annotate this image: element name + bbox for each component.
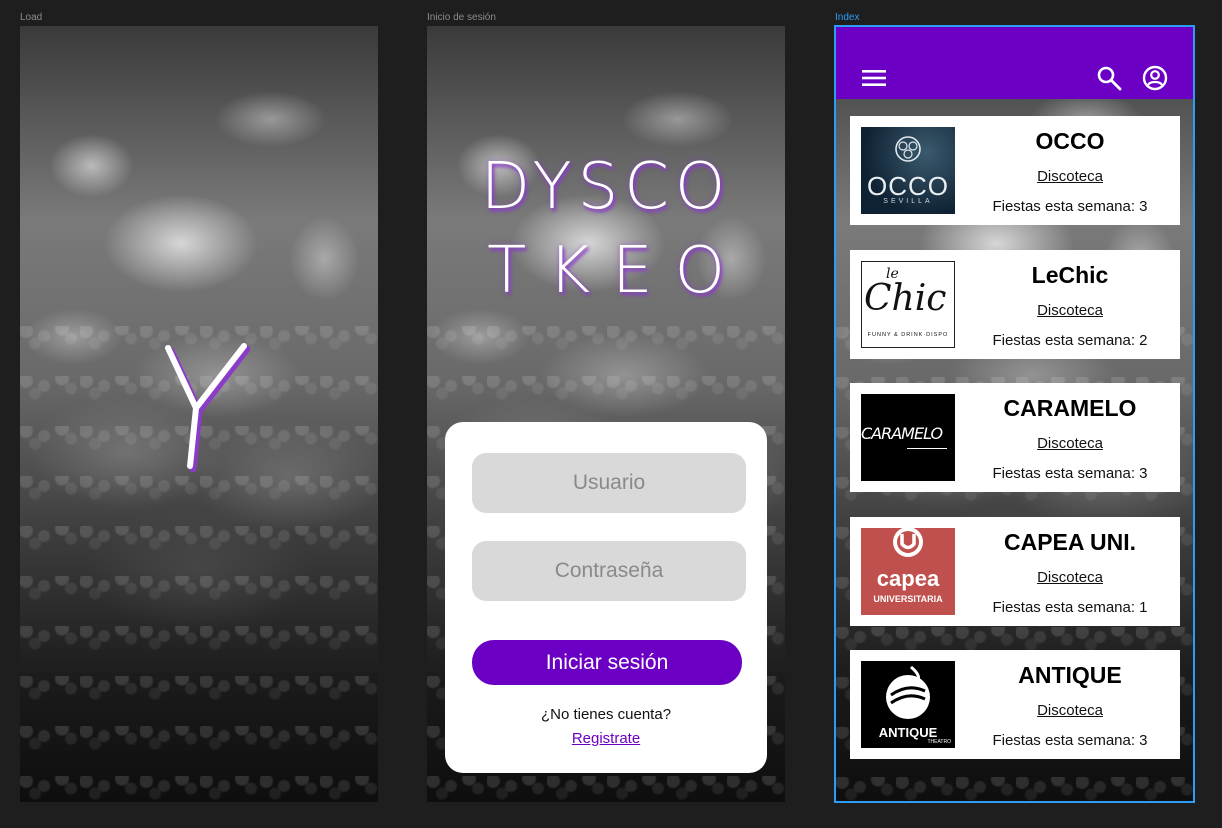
venue-name: OCCO [1035, 128, 1105, 154]
lechic-logo-subtext: FUNNY & DRINK·DISPO [867, 332, 949, 338]
login-screen: DYSCO TKEO Iniciar sesión ¿No tienes cue… [427, 26, 785, 802]
venue-type-link[interactable]: Discoteca [968, 702, 1172, 719]
venue-card-caramelo[interactable]: CARAMELO CARAMELO Discoteca Fiestas esta… [850, 383, 1180, 492]
venue-card-occo[interactable]: OCCO SEVILLA OCCO Discoteca Fiestas esta… [850, 116, 1180, 225]
antique-logo-subtext: THEATRO [927, 739, 951, 745]
venue-card-capea[interactable]: capea UNIVERSITARIA CAPEA UNI. Discoteca… [850, 517, 1180, 626]
load-screen [20, 26, 378, 802]
caramelo-logo-text: CARAMELO [861, 424, 943, 443]
password-input[interactable] [472, 541, 746, 601]
venue-type-link[interactable]: Discoteca [968, 435, 1172, 452]
y-logo-icon [165, 343, 250, 472]
venue-name: CAPEA UNI. [1003, 529, 1137, 555]
lechic-logo-text: Chic [864, 278, 947, 319]
frame-label-load: Load [20, 12, 43, 23]
frame-label-login: Inicio de sesión [427, 12, 496, 23]
occo-logo-subtext: SEVILLA [883, 198, 933, 205]
venue-type-link[interactable]: Discoteca [968, 569, 1172, 586]
app-bar [836, 27, 1193, 99]
caramelo-logo-image: CARAMELO [861, 394, 955, 481]
venue-card-lechic[interactable]: le Chic FUNNY & DRINK·DISPO LeChic Disco… [850, 250, 1180, 359]
brand-title-line1: DYSCO [480, 150, 732, 224]
antique-logo-image: ANTIQUE THEATRO [861, 661, 955, 748]
no-account-text: ¿No tienes cuenta? [540, 706, 672, 723]
venue-parties-count: Fiestas esta semana: 3 [992, 198, 1148, 215]
index-screen: OCCO SEVILLA OCCO Discoteca Fiestas esta… [834, 25, 1195, 803]
frame-label-index: Index [835, 12, 860, 23]
hamburger-menu-icon[interactable] [860, 64, 888, 92]
venue-parties-count: Fiestas esta semana: 1 [992, 599, 1148, 616]
occo-logo-image: OCCO SEVILLA [861, 127, 955, 214]
venue-name: LeChic [1031, 262, 1109, 288]
search-icon[interactable] [1095, 64, 1123, 92]
lechic-logo-image: le Chic FUNNY & DRINK·DISPO [861, 261, 955, 348]
login-button[interactable]: Iniciar sesión [472, 640, 742, 685]
antique-logo-text: ANTIQUE [878, 725, 938, 740]
capea-logo-subtext: UNIVERSITARIA [873, 594, 943, 604]
venue-name: CARAMELO [1003, 395, 1137, 421]
brand-title-line2: TKEO [487, 234, 747, 308]
venue-parties-count: Fiestas esta semana: 3 [992, 732, 1148, 749]
caramelo-logo-underline [907, 448, 947, 449]
venue-parties-count: Fiestas esta semana: 2 [992, 332, 1148, 349]
capea-logo-image: capea UNIVERSITARIA [861, 528, 955, 615]
venue-name: ANTIQUE [1018, 662, 1122, 688]
username-input[interactable] [472, 453, 746, 513]
register-link[interactable]: Registrate [445, 730, 767, 747]
venue-type-link[interactable]: Discoteca [968, 302, 1172, 319]
account-circle-icon[interactable] [1141, 64, 1169, 92]
login-card: Iniciar sesión ¿No tienes cuenta? Regist… [445, 422, 767, 773]
venue-type-link[interactable]: Discoteca [968, 168, 1172, 185]
venue-parties-count: Fiestas esta semana: 3 [992, 465, 1148, 482]
venue-card-antique[interactable]: ANTIQUE THEATRO ANTIQUE Discoteca Fiesta… [850, 650, 1180, 759]
capea-logo-text: capea [876, 566, 940, 591]
